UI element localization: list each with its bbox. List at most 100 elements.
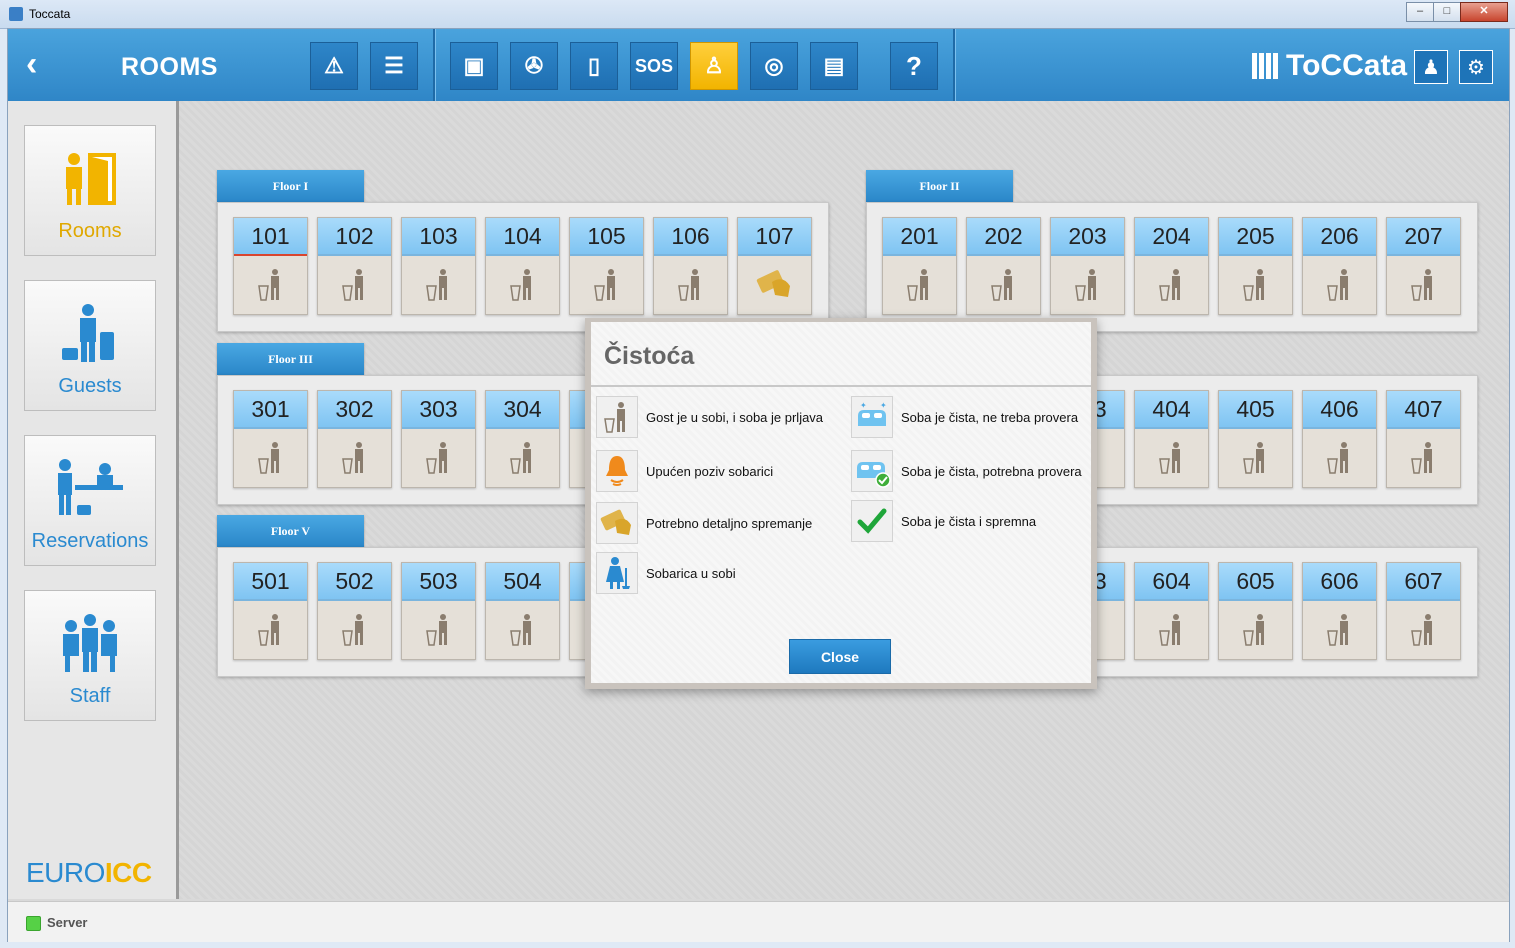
- legend-item: Potrebno detaljno spremanje: [596, 502, 812, 544]
- floor-tab[interactable]: Floor I: [217, 170, 364, 202]
- window-title: Toccata: [29, 7, 71, 21]
- room-tile[interactable]: 502: [317, 562, 392, 660]
- guest-dirty-icon: [318, 609, 391, 649]
- list-icon: ☰: [384, 53, 404, 78]
- sidebar-item-reservations[interactable]: Reservations: [24, 435, 156, 566]
- room-number: 503: [402, 563, 475, 601]
- room-tile[interactable]: 102: [317, 217, 392, 315]
- room-tile[interactable]: 106: [653, 217, 728, 315]
- back-button[interactable]: ‹: [26, 47, 56, 81]
- building-icon: [1252, 53, 1280, 79]
- room-tile[interactable]: 605: [1218, 562, 1293, 660]
- brand-name: ToCCata: [1286, 49, 1408, 82]
- room-tile[interactable]: 303: [401, 390, 476, 488]
- help-button[interactable]: ?: [890, 42, 938, 90]
- door-button[interactable]: ▯: [570, 42, 618, 90]
- room-tile[interactable]: 104: [485, 217, 560, 315]
- guest-dirty-icon: [402, 264, 475, 304]
- room-tile[interactable]: 302: [317, 390, 392, 488]
- room-tile[interactable]: 107: [737, 217, 812, 315]
- room-tile[interactable]: 407: [1386, 390, 1461, 488]
- guest-dirty-icon: [1303, 264, 1376, 304]
- close-window-button[interactable]: ✕: [1460, 2, 1508, 22]
- room-tile[interactable]: 301: [233, 390, 308, 488]
- guest-dirty-icon: [318, 264, 391, 304]
- sos-button[interactable]: SOS: [630, 42, 678, 90]
- cleaning-button[interactable]: ♙: [690, 42, 738, 90]
- guest-dirty-icon: [234, 437, 307, 477]
- sos-icon: SOS: [634, 55, 673, 76]
- sidebar-item-label: Staff: [69, 685, 111, 707]
- window-controls: – □ ✕: [1406, 2, 1508, 22]
- legend-text: Potrebno detaljno spremanje: [646, 515, 813, 531]
- cleanliness-legend-dialog: Čistoća Gost je u sobi, i soba je prljav…: [585, 318, 1097, 689]
- guest-dirty-icon: [654, 264, 727, 304]
- room-tile[interactable]: 202: [966, 217, 1041, 315]
- floor-tab[interactable]: Floor V: [217, 515, 364, 547]
- rooms-icon: [25, 146, 155, 212]
- fan-button[interactable]: ✇: [510, 42, 558, 90]
- room-number: 302: [318, 391, 391, 429]
- clean-check-icon: [851, 450, 893, 492]
- room-tile[interactable]: 105: [569, 217, 644, 315]
- room-tile[interactable]: 304: [485, 390, 560, 488]
- room-tile[interactable]: 206: [1302, 217, 1377, 315]
- door-hanger-icon: ◎: [764, 53, 784, 78]
- sidebar-item-staff[interactable]: Staff: [24, 590, 156, 721]
- legend-text: Soba je čista i spremna: [901, 513, 1037, 529]
- floor-tab[interactable]: Floor III: [217, 343, 364, 375]
- window-titlebar: Toccata – □ ✕: [0, 0, 1515, 29]
- close-button[interactable]: Close: [789, 639, 891, 674]
- server-status-label: Server: [47, 915, 88, 930]
- thermostat-button[interactable]: ▣: [450, 42, 498, 90]
- guest-dirty-icon: [1135, 437, 1208, 477]
- minimize-button[interactable]: –: [1406, 2, 1434, 22]
- room-tile[interactable]: 404: [1134, 390, 1209, 488]
- room-tile[interactable]: 503: [401, 562, 476, 660]
- sidebar-item-guests[interactable]: Guests: [24, 280, 156, 411]
- id-card-button[interactable]: ▤: [810, 42, 858, 90]
- guest-dirty-icon: [1135, 609, 1208, 649]
- legend-item: Gost je u sobi, i soba je prljava: [596, 396, 823, 438]
- reservations-icon: [25, 456, 155, 522]
- room-tile[interactable]: 405: [1218, 390, 1293, 488]
- room-tile[interactable]: 207: [1386, 217, 1461, 315]
- guest-dirty-icon: [1051, 264, 1124, 304]
- room-tile[interactable]: 501: [233, 562, 308, 660]
- room-tile[interactable]: 504: [485, 562, 560, 660]
- top-toolbar: ‹ ROOMS ⚠ ☰ ▣ ✇ ▯ SOS ♙ ◎ ▤ ? ToCCata ♟ …: [8, 29, 1509, 101]
- room-number: 605: [1219, 563, 1292, 601]
- guest-dirty-icon: [570, 264, 643, 304]
- staff-icon: [25, 611, 155, 677]
- sidebar-item-rooms[interactable]: Rooms: [24, 125, 156, 256]
- room-tile[interactable]: 201: [882, 217, 957, 315]
- guest-dirty-icon: [1387, 609, 1460, 649]
- room-tile[interactable]: 101: [233, 217, 308, 315]
- guest-dirty-icon: [1219, 264, 1292, 304]
- room-number: 501: [234, 563, 307, 601]
- settings-button[interactable]: ⚙: [1459, 50, 1493, 84]
- room-tile[interactable]: 204: [1134, 217, 1209, 315]
- alert-button[interactable]: ⚠: [310, 42, 358, 90]
- guests-icon: [25, 301, 155, 367]
- status-bar: Server: [8, 901, 1509, 942]
- detailed-clean-icon: [596, 502, 638, 544]
- guest-dirty-icon: [486, 609, 559, 649]
- maximize-button[interactable]: □: [1433, 2, 1461, 22]
- floor-tab[interactable]: Floor II: [866, 170, 1013, 202]
- room-tile[interactable]: 406: [1302, 390, 1377, 488]
- room-number: 205: [1219, 218, 1292, 256]
- door-hanger-button[interactable]: ◎: [750, 42, 798, 90]
- room-tile[interactable]: 606: [1302, 562, 1377, 660]
- room-tile[interactable]: 607: [1386, 562, 1461, 660]
- user-button[interactable]: ♟: [1414, 50, 1448, 84]
- help-icon: ?: [906, 50, 922, 81]
- list-button[interactable]: ☰: [370, 42, 418, 90]
- detailed-clean-icon: [738, 264, 811, 304]
- bell-icon: [596, 450, 638, 492]
- room-tile[interactable]: 103: [401, 217, 476, 315]
- toolbar-divider: [433, 29, 436, 101]
- room-tile[interactable]: 205: [1218, 217, 1293, 315]
- room-tile[interactable]: 604: [1134, 562, 1209, 660]
- room-tile[interactable]: 203: [1050, 217, 1125, 315]
